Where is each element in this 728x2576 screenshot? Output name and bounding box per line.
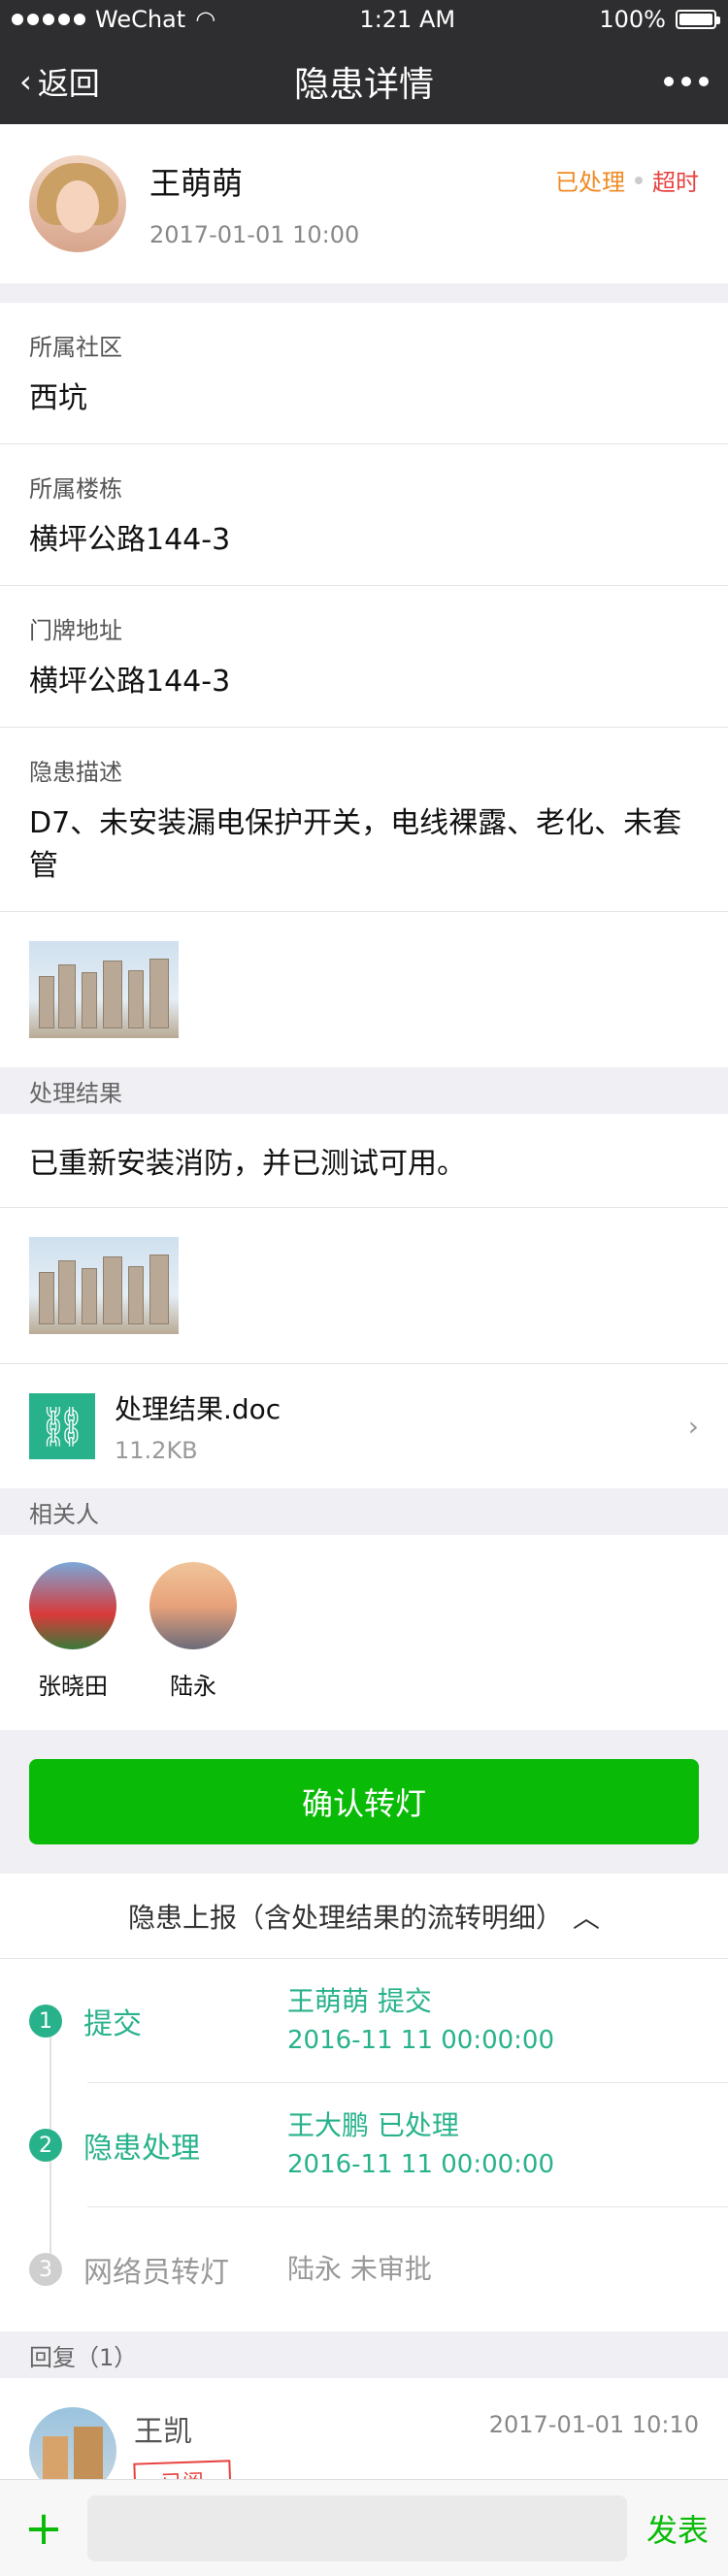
flow-header[interactable]: 隐患上报（含处理结果的流转明细） ︿ [0,1874,728,1959]
report-header: 王萌萌 2017-01-01 10:00 已处理 超时 [0,124,728,283]
step-detail: 王萌萌 提交 2016-11 11 00:00:00 [287,1982,554,2060]
battery-percent: 100% [599,6,666,33]
chevron-left-icon: ‹ [19,63,32,100]
wifi-icon: ◠ [195,6,216,33]
photo-row [0,912,728,1067]
field-value: 横坪公路144-3 [29,523,231,557]
reply-author: 王凯 [134,2415,192,2449]
confirm-area: 确认转灯 [0,1730,728,1874]
flow-step: 3 网络员转灯 陆永 未审批 [0,2207,728,2331]
file-size: 11.2KB [115,1437,198,1464]
status-badge-overtime: 超时 [652,169,699,196]
step-detail: 王大鹏 已处理 2016-11 11 00:00:00 [287,2106,554,2184]
step-detail-line1: 王萌萌 提交 [287,1985,432,2017]
field-label: 门牌地址 [29,617,122,644]
person-name: 张晓田 [38,1673,108,1700]
back-button[interactable]: ‹ 返回 [19,59,100,104]
flow-step: 1 提交 王萌萌 提交 2016-11 11 00:00:00 [0,1959,728,2083]
status-right: 100% [599,6,720,33]
person-item[interactable]: 张晓田 [29,1562,116,1701]
file-name: 处理结果.doc [115,1393,281,1425]
result-text: 已重新安装消防，并已测试可用。 [0,1114,728,1208]
chevron-up-icon: ︿ [573,1901,601,1934]
signal-icon [12,14,85,25]
result-card: 已重新安装消防，并已测试可用。 ⛓ 处理结果.doc 11.2KB › [0,1114,728,1488]
status-tags: 已处理 超时 [555,163,699,197]
field-description: 隐患描述 D7、未安装漏电保护开关，电线裸露、老化、未套管 [0,728,728,912]
reply-time: 2017-01-01 10:10 [488,2411,699,2438]
nav-bar: ‹ 返回 隐患详情 [0,39,728,124]
more-options-icon[interactable] [664,77,709,86]
status-time: 1:21 AM [359,6,456,33]
field-building: 所属楼栋 横坪公路144-3 [0,444,728,586]
field-address: 门牌地址 横坪公路144-3 [0,586,728,728]
flow-card: 隐患上报（含处理结果的流转明细） ︿ 1 提交 王萌萌 提交 2016-11 1… [0,1874,728,2331]
attachment-row[interactable]: ⛓ 处理结果.doc 11.2KB › [0,1364,728,1488]
input-bar: + 发表 [0,2479,728,2576]
status-bar: WeChat ◠ 1:21 AM 100% [0,0,728,39]
comment-input[interactable] [87,2494,627,2561]
chevron-right-icon: › [687,1410,699,1443]
section-title-related: 相关人 [0,1488,728,1535]
step-title: 隐患处理 [83,2132,200,2166]
carrier-label: WeChat [95,6,186,33]
confirm-button[interactable]: 确认转灯 [29,1759,699,1844]
field-label: 所属社区 [29,334,122,361]
person-name: 陆永 [170,1673,216,1700]
field-value: 横坪公路144-3 [29,665,231,699]
result-photo-row [0,1208,728,1364]
file-info: 处理结果.doc 11.2KB [115,1388,281,1464]
step-detail-line2: 2016-11 11 00:00:00 [287,2026,555,2055]
related-people: 张晓田 陆永 [0,1535,728,1730]
step-detail-line2: 2016-11 11 00:00:00 [287,2150,555,2179]
report-time: 2017-01-01 10:00 [149,221,360,248]
back-label: 返回 [37,65,100,102]
step-detail-line1: 陆永 未审批 [287,2253,432,2285]
step-detail: 陆永 未审批 [287,2250,432,2289]
reporter-info: 王萌萌 2017-01-01 10:00 [149,159,359,248]
step-title: 提交 [83,2007,142,2041]
step-title: 网络员转灯 [83,2256,229,2290]
step-number: 1 [29,2005,62,2038]
section-title-result: 处理结果 [0,1067,728,1114]
field-label: 所属楼栋 [29,475,122,503]
field-value: 西坑 [29,381,87,415]
flow-header-label: 隐患上报（含处理结果的流转明细） [127,1901,563,1934]
step-number: 3 [29,2253,62,2286]
send-button[interactable]: 发表 [646,2506,709,2551]
status-left: WeChat ◠ [12,6,215,33]
person-item[interactable]: 陆永 [149,1562,237,1701]
add-icon[interactable]: + [19,2501,68,2556]
hazard-photo[interactable] [29,941,179,1038]
step-number: 2 [29,2129,62,2162]
flow-step: 2 隐患处理 王大鹏 已处理 2016-11 11 00:00:00 [0,2083,728,2207]
page-title: 隐患详情 [293,65,434,105]
battery-icon [675,10,720,29]
field-label: 隐患描述 [29,759,122,786]
field-community: 所属社区 西坑 [0,303,728,444]
separator-dot [635,176,643,184]
result-photo[interactable] [29,1237,179,1334]
step-detail-line1: 王大鹏 已处理 [287,2109,459,2141]
status-badge-handled: 已处理 [555,169,625,196]
details-card: 所属社区 西坑 所属楼栋 横坪公路144-3 门牌地址 横坪公路144-3 隐患… [0,303,728,1067]
link-icon: ⛓ [29,1393,95,1459]
avatar [29,1562,116,1649]
field-value: D7、未安装漏电保护开关，电线裸露、老化、未套管 [29,806,682,883]
avatar [29,155,126,252]
avatar [149,1562,237,1649]
reporter-name: 王萌萌 [149,165,244,202]
section-title-replies: 回复（1） [0,2331,728,2378]
